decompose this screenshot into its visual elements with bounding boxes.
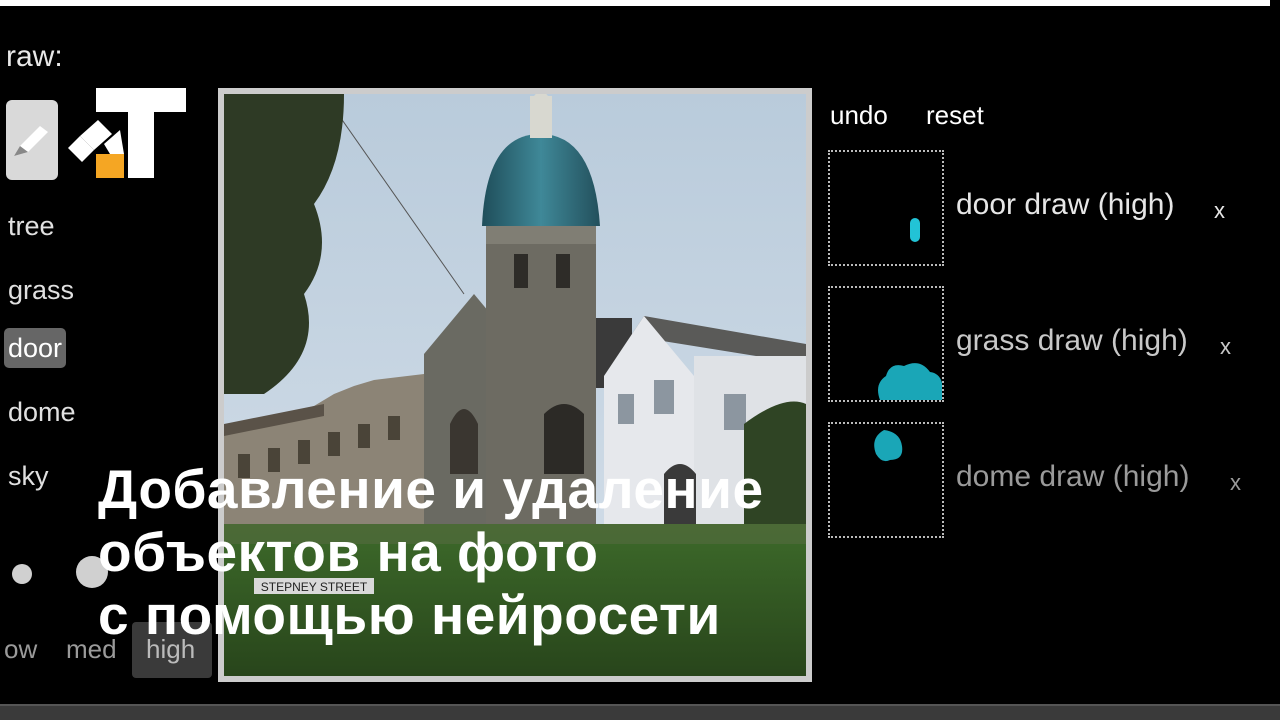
undo-button[interactable]: undo [830,100,888,131]
draw-label: raw: [6,40,63,73]
remove-layer-grass-button[interactable]: x [1220,334,1231,360]
pen-icon [14,126,48,156]
layer-thumbnail-door [828,150,944,266]
layer-thumbnail-dome [828,422,944,538]
t-logo-icon [68,88,188,180]
headline-line-3: с помощью нейросети [98,584,721,646]
headline-overlay: Добавление и удаление объектов на фото с… [98,458,764,647]
remove-layer-dome-button[interactable]: x [1230,470,1241,496]
headline-line-2: объектов на фото [98,521,599,583]
top-bar [0,0,1270,6]
object-door[interactable]: door [4,328,67,368]
door-stroke [910,218,920,242]
reset-button[interactable]: reset [926,100,984,131]
object-sky[interactable]: sky [4,456,53,496]
grass-stroke [878,363,942,400]
headline-line-1: Добавление и удаление [98,458,764,520]
bottom-bar [0,706,1280,720]
remove-layer-door-button[interactable]: x [1214,198,1225,224]
object-grass[interactable]: grass [4,270,78,310]
object-dome[interactable]: dome [4,392,80,432]
layer-label-grass: grass draw (high) [956,324,1188,357]
dome-stroke [874,430,903,462]
pen-tool-button[interactable] [6,100,58,180]
brush-low-label[interactable]: ow [4,634,37,665]
layer-thumbnail-grass [828,286,944,402]
layer-label-dome: dome draw (high) [956,460,1190,493]
brush-low-dot[interactable] [12,564,32,584]
object-tree[interactable]: tree [4,206,59,246]
layer-label-door: door draw (high) [956,188,1175,221]
